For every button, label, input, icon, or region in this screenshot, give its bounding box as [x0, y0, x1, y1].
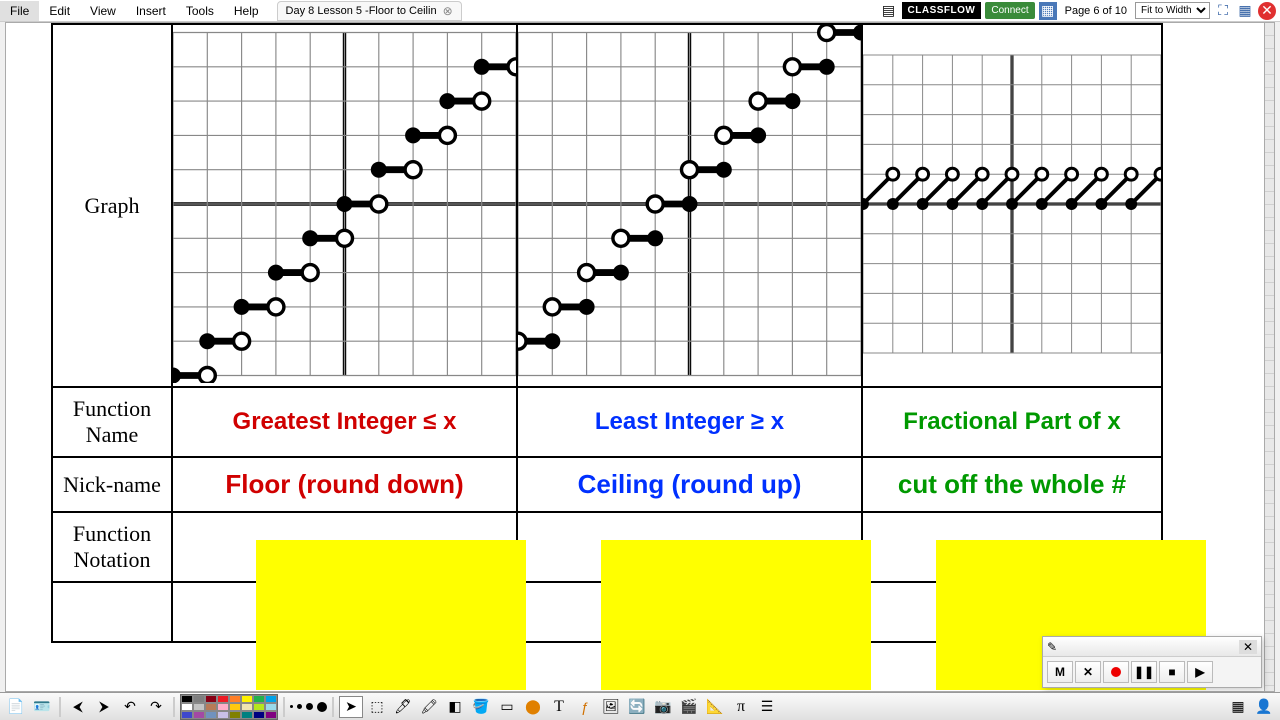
row-label-graph: Graph: [52, 24, 172, 387]
color-swatch[interactable]: [181, 703, 193, 711]
color-swatch[interactable]: [217, 695, 229, 703]
name-floor: Greatest Integer ≤ x: [172, 387, 517, 457]
color-swatch[interactable]: [193, 703, 205, 711]
color-swatch[interactable]: [181, 695, 193, 703]
refresh-icon[interactable]: 🔄: [625, 696, 649, 718]
redo-icon[interactable]: ↷: [144, 696, 168, 718]
color-swatch[interactable]: [253, 695, 265, 703]
close-tab-icon[interactable]: ⊗: [443, 4, 453, 18]
color-swatch[interactable]: [229, 695, 241, 703]
color-swatch[interactable]: [193, 711, 205, 719]
screen-recorder-panel[interactable]: ✎ ✕ M ✕ ❚❚ ■ ▶: [1042, 636, 1262, 688]
lines-tool-icon[interactable]: ☰: [755, 696, 779, 718]
menu-file[interactable]: File: [0, 1, 39, 21]
color-swatch[interactable]: [217, 703, 229, 711]
math-icon[interactable]: ƒ: [573, 696, 597, 718]
lines-icon[interactable]: ▤: [880, 2, 898, 20]
color-palette[interactable]: [180, 694, 278, 720]
document-tab-title: Day 8 Lesson 5 -Floor to Ceilin: [286, 5, 437, 17]
rec-play-button[interactable]: ▶: [1187, 661, 1213, 683]
rec-pause-button[interactable]: ❚❚: [1131, 661, 1157, 683]
shape-circle-icon[interactable]: ⬤: [521, 696, 545, 718]
grid-tool-icon[interactable]: ▦: [1226, 696, 1250, 718]
color-swatch[interactable]: [193, 695, 205, 703]
color-swatch[interactable]: [241, 695, 253, 703]
page-info: Page 6 of 10: [1061, 5, 1131, 17]
color-swatch[interactable]: [217, 711, 229, 719]
yellow-cover-2[interactable]: [601, 540, 871, 690]
recorder-close-icon[interactable]: ✕: [1239, 640, 1257, 654]
name-fractional: Fractional Part of x: [862, 387, 1162, 457]
rec-m-button[interactable]: M: [1047, 661, 1073, 683]
color-swatch[interactable]: [241, 711, 253, 719]
avatar-icon[interactable]: 👤: [1252, 696, 1276, 718]
bottom-toolbar: 📄 🪪 ⮜ ⮞ ↶ ↷ ➤ ⬚ 🖊 🖍 ◧ 🪣 ▭ ⬤ T ƒ 🖼 🔄 📷 🎬 …: [0, 692, 1280, 720]
shape-rect-icon[interactable]: ▭: [495, 696, 519, 718]
nick-fractional: cut off the whole #: [862, 457, 1162, 512]
menu-help[interactable]: Help: [224, 1, 269, 21]
profile-icon[interactable]: 🪪: [30, 696, 54, 718]
connect-button[interactable]: Connect: [985, 2, 1034, 19]
canvas-area[interactable]: Graph: [5, 22, 1275, 692]
page-icon[interactable]: 📄: [4, 696, 28, 718]
menu-edit[interactable]: Edit: [39, 1, 80, 21]
graph-ceiling: [517, 24, 862, 387]
yellow-cover-1[interactable]: [256, 540, 526, 690]
ruler-icon[interactable]: 📐: [703, 696, 727, 718]
close-app-icon[interactable]: ✕: [1258, 2, 1276, 20]
color-swatch[interactable]: [205, 703, 217, 711]
fill-icon[interactable]: 🪣: [469, 696, 493, 718]
rec-x-button[interactable]: ✕: [1075, 661, 1101, 683]
color-swatch[interactable]: [253, 711, 265, 719]
menu-insert[interactable]: Insert: [126, 1, 176, 21]
rec-record-button[interactable]: [1103, 661, 1129, 683]
expand-icon[interactable]: ⛶: [1214, 2, 1232, 20]
prev-page-icon[interactable]: ⮜: [66, 696, 90, 718]
color-swatch[interactable]: [265, 703, 277, 711]
text-icon[interactable]: T: [547, 696, 571, 718]
row-label-notation: Function Notation: [52, 512, 172, 582]
nick-ceiling: Ceiling (round up): [517, 457, 862, 512]
menubar: File Edit View Insert Tools Help Day 8 L…: [0, 0, 1280, 22]
recorder-titlebar[interactable]: ✎ ✕: [1043, 637, 1261, 657]
rec-stop-button[interactable]: ■: [1159, 661, 1185, 683]
clapper-icon[interactable]: 🎬: [677, 696, 701, 718]
color-swatch[interactable]: [205, 695, 217, 703]
classflow-logo: CLASSFLOW: [902, 2, 982, 19]
undo-icon[interactable]: ↶: [118, 696, 142, 718]
row-label-nick: Nick-name: [52, 457, 172, 512]
color-swatch[interactable]: [265, 695, 277, 703]
menu-view[interactable]: View: [80, 1, 126, 21]
vertical-ruler: [1264, 23, 1274, 691]
thumb-icon[interactable]: ▦: [1039, 2, 1057, 20]
camera-icon[interactable]: 📷: [651, 696, 675, 718]
color-swatch[interactable]: [229, 711, 241, 719]
zoom-select[interactable]: Fit to Width: [1135, 2, 1210, 19]
name-ceiling: Least Integer ≥ x: [517, 387, 862, 457]
pi-icon[interactable]: π: [729, 696, 753, 718]
eraser-icon[interactable]: ◧: [443, 696, 467, 718]
insert-image-icon[interactable]: 🖼: [599, 696, 623, 718]
color-swatch[interactable]: [205, 711, 217, 719]
color-swatch[interactable]: [241, 703, 253, 711]
grid-icon[interactable]: ▦: [1236, 2, 1254, 20]
next-page-icon[interactable]: ⮞: [92, 696, 116, 718]
color-swatch[interactable]: [265, 711, 277, 719]
color-swatch[interactable]: [181, 711, 193, 719]
nick-floor: Floor (round down): [172, 457, 517, 512]
highlighter-icon[interactable]: 🖍: [417, 696, 441, 718]
graph-floor: [172, 24, 517, 387]
pen-icon[interactable]: 🖊: [391, 696, 415, 718]
select-icon[interactable]: ⬚: [365, 696, 389, 718]
row-label-blank: [52, 582, 172, 642]
brush-size-selector[interactable]: [290, 702, 327, 712]
graph-fractional: [862, 24, 1162, 387]
color-swatch[interactable]: [229, 703, 241, 711]
color-swatch[interactable]: [253, 703, 265, 711]
menu-tools[interactable]: Tools: [176, 1, 224, 21]
document-tab[interactable]: Day 8 Lesson 5 -Floor to Ceilin ⊗: [277, 1, 462, 21]
recorder-cam-icon: ✎: [1047, 640, 1057, 654]
row-label-name: Function Name: [52, 387, 172, 457]
cursor-icon[interactable]: ➤: [339, 696, 363, 718]
